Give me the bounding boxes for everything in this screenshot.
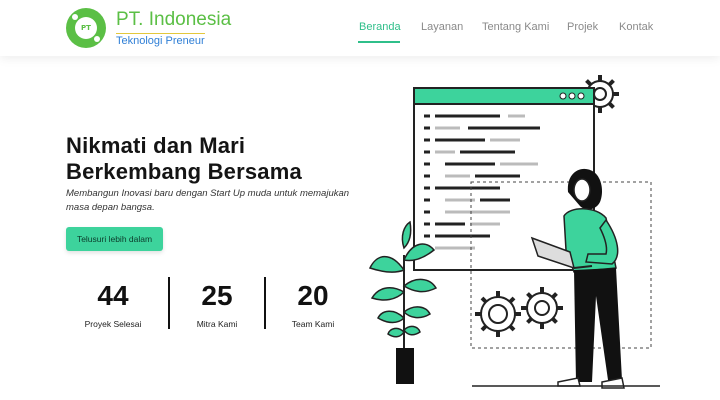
navbar: PT PT. Indonesia Teknologi Preneur Beran…	[0, 0, 720, 56]
nav-item-kontak[interactable]: Kontak	[619, 21, 653, 33]
stat-label-partners: Mitra Kami	[196, 319, 238, 329]
nav-item-tentang-kami[interactable]: Tentang Kami	[482, 21, 549, 33]
brand-subtitle: Teknologi Preneur	[116, 33, 205, 47]
brand-title[interactable]: PT. Indonesia	[116, 9, 231, 31]
explore-button[interactable]: Telusuri lebih dalam	[66, 227, 163, 251]
nav-active-indicator	[358, 41, 400, 43]
nav-item-beranda[interactable]: Beranda	[359, 21, 401, 33]
plant-icon	[368, 220, 438, 384]
stat-label-projects: Proyek Selesai	[84, 319, 142, 329]
stat-value-partners: 25	[201, 280, 233, 311]
hero-illustration	[368, 75, 660, 389]
stat-label-team: Team Kami	[291, 319, 335, 329]
stat-value-projects: 44	[97, 280, 129, 311]
hero-title-line2: Berkembang Bersama	[66, 159, 302, 184]
hero-title-line1: Nikmati dan Mari	[66, 133, 246, 158]
gear-icon	[521, 287, 563, 329]
hero-title: Nikmati dan Mari Berkembang Bersama	[66, 133, 366, 185]
stat-value-team: 20	[297, 280, 329, 311]
nav-item-projek[interactable]: Projek	[567, 21, 598, 33]
logo-icon[interactable]: PT	[66, 8, 106, 48]
logo-text: PT	[75, 17, 97, 39]
gear-icon	[475, 291, 521, 337]
hero-description: Membangun Inovasi baru dengan Start Up m…	[66, 188, 350, 213]
nav-item-layanan[interactable]: Layanan	[421, 21, 463, 33]
